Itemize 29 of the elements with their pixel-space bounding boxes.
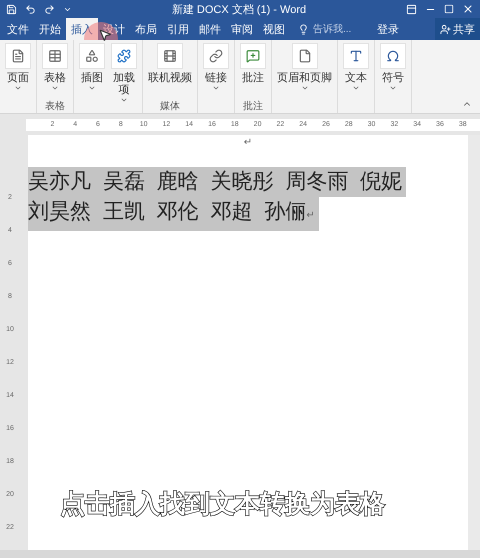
ribbon-button[interactable]: 插图 — [78, 42, 106, 105]
ribbon-tab[interactable]: 文件 — [2, 18, 34, 40]
group-label: 表格 — [44, 100, 66, 113]
ribbon-button[interactable]: 加载项 — [110, 42, 138, 105]
ribbon-button[interactable]: 链接 — [202, 42, 230, 99]
selected-text: 吴亦凡 吴磊 鹿晗 关晓彤 周冬雨 倪妮 — [28, 167, 406, 197]
ribbon-button[interactable]: 联机视频 — [147, 42, 193, 99]
tell-me-field[interactable]: 告诉我... — [311, 22, 363, 36]
ribbon-tab[interactable]: 布局 — [130, 18, 162, 40]
ribbon-button[interactable]: 页眉和页脚 — [276, 42, 333, 99]
ribbon-button[interactable]: 文本 — [342, 42, 370, 99]
ribbon-button[interactable]: 页面 — [4, 42, 32, 99]
group-label: 批注 — [242, 100, 264, 113]
ribbon-tab[interactable]: 审阅 — [226, 18, 258, 40]
video-subtitle: 点击插入找到文本转换为表格 — [60, 488, 385, 520]
ribbon-button[interactable]: 符号 — [379, 42, 407, 99]
selected-text: 刘昊然 王凯 邓伦 邓超 孙俪↵ — [28, 197, 319, 231]
ribbon-tab[interactable]: 视图 — [258, 18, 290, 40]
group-label: 媒体 — [159, 100, 181, 113]
share-button[interactable]: 共享 — [435, 18, 480, 40]
ribbon-button[interactable]: 表格 — [41, 42, 69, 99]
ribbon-tab[interactable]: 邮件 — [194, 18, 226, 40]
window-title: 新建 DOCX 文档 (1) - Word — [170, 2, 308, 16]
sign-in-link[interactable]: 登录 — [371, 18, 405, 40]
ribbon-button[interactable]: 批注 — [239, 42, 267, 99]
ribbon-tab[interactable]: 引用 — [162, 18, 194, 40]
paragraph-mark: ↵ — [242, 137, 254, 150]
ribbon-tab[interactable]: 插入 — [66, 18, 98, 40]
ribbon-tab[interactable]: 开始 — [34, 18, 66, 40]
